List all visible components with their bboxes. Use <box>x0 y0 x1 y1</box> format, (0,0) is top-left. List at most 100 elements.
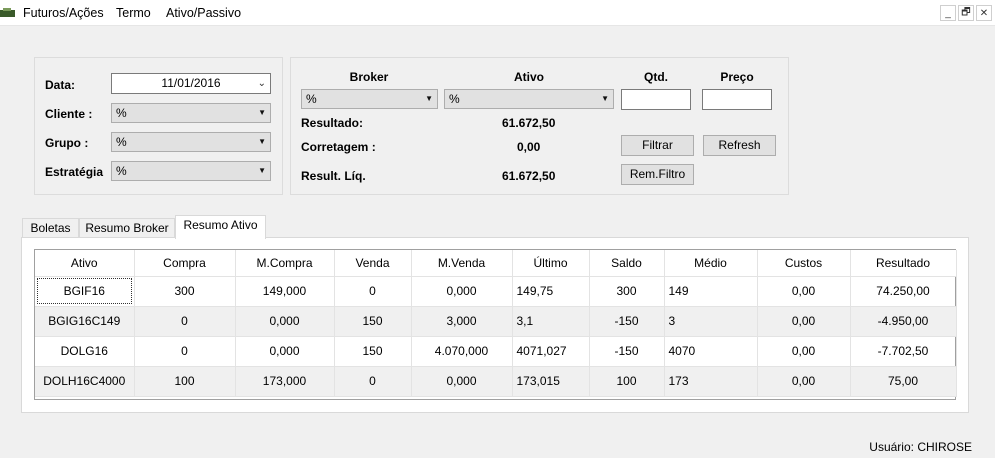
dropdown-arrow-icon[interactable]: ▼ <box>258 104 266 122</box>
resumo-ativo-grid[interactable]: Ativo Compra M.Compra Venda M.Venda Últi… <box>34 249 957 400</box>
cell-ultimo[interactable]: 4071,027 <box>512 336 590 367</box>
table-row[interactable]: BGIG16C149 0 0,000 150 3,000 3,1 -150 3 … <box>35 306 957 337</box>
cell-mcompra[interactable]: 0,000 <box>235 336 335 367</box>
resultado-value: 61.672,50 <box>502 116 556 130</box>
col-header-mcompra[interactable]: M.Compra <box>235 250 335 277</box>
cell-ultimo[interactable]: 149,75 <box>512 276 590 307</box>
table-header-row: Ativo Compra M.Compra Venda M.Venda Últi… <box>35 250 957 277</box>
cell-venda[interactable]: 150 <box>334 336 412 367</box>
ativo-select[interactable]: % ▼ <box>444 89 614 109</box>
cell-mvenda[interactable]: 3,000 <box>411 306 513 337</box>
cell-resultado[interactable]: 74.250,00 <box>850 276 957 307</box>
cell-venda[interactable]: 0 <box>334 366 412 397</box>
result-liq-value: 61.672,50 <box>502 169 556 183</box>
cell-mvenda[interactable]: 4.070,000 <box>411 336 513 367</box>
filtrar-button[interactable]: Filtrar <box>621 135 694 156</box>
preco-input[interactable] <box>702 89 772 110</box>
cell-saldo[interactable]: 100 <box>589 366 665 397</box>
broker-header: Broker <box>349 70 389 84</box>
menu-ativo-passivo[interactable]: Ativo/Passivo <box>166 6 241 20</box>
cell-saldo[interactable]: 300 <box>589 276 665 307</box>
cell-mcompra[interactable]: 173,000 <box>235 366 335 397</box>
cell-medio[interactable]: 149 <box>664 276 758 307</box>
cell-saldo[interactable]: -150 <box>589 306 665 337</box>
col-header-mvenda[interactable]: M.Venda <box>411 250 513 277</box>
cell-mcompra[interactable]: 0,000 <box>235 306 335 337</box>
rem-filtro-button[interactable]: Rem.Filtro <box>621 164 694 185</box>
broker-select[interactable]: % ▼ <box>301 89 438 109</box>
col-header-ultimo[interactable]: Último <box>512 250 590 277</box>
tab-resumo-broker[interactable]: Resumo Broker <box>79 218 175 238</box>
col-header-venda[interactable]: Venda <box>334 250 412 277</box>
cell-custos[interactable]: 0,00 <box>757 306 851 337</box>
cell-ultimo[interactable]: 173,015 <box>512 366 590 397</box>
cell-medio[interactable]: 4070 <box>664 336 758 367</box>
col-header-ativo[interactable]: Ativo <box>35 250 135 277</box>
col-header-custos[interactable]: Custos <box>757 250 851 277</box>
cell-custos[interactable]: 0,00 <box>757 336 851 367</box>
cliente-label: Cliente : <box>45 107 93 121</box>
cell-resultado[interactable]: -4.950,00 <box>850 306 957 337</box>
ativo-header: Ativo <box>514 70 544 84</box>
dropdown-arrow-icon[interactable]: ▼ <box>258 133 266 151</box>
col-header-resultado[interactable]: Resultado <box>850 250 957 277</box>
app-icon <box>0 8 15 17</box>
cell-ultimo[interactable]: 3,1 <box>512 306 590 337</box>
cell-compra[interactable]: 0 <box>134 306 236 337</box>
tab-resumo-ativo[interactable]: Resumo Ativo <box>175 215 266 239</box>
cell-mcompra[interactable]: 149,000 <box>235 276 335 307</box>
cell-custos[interactable]: 0,00 <box>757 366 851 397</box>
cliente-select[interactable]: % ▼ <box>111 103 271 123</box>
close-button[interactable]: ✕ <box>976 5 992 21</box>
tab-boletas[interactable]: Boletas <box>22 218 79 238</box>
result-liq-label: Result. Líq. <box>301 169 366 183</box>
refresh-button[interactable]: Refresh <box>703 135 776 156</box>
cell-compra[interactable]: 100 <box>134 366 236 397</box>
dropdown-arrow-icon[interactable]: ▼ <box>258 162 266 180</box>
cell-saldo[interactable]: -150 <box>589 336 665 367</box>
cell-resultado[interactable]: -7.702,50 <box>850 336 957 367</box>
corretagem-label: Corretagem : <box>301 140 376 154</box>
table-row[interactable]: DOLG16 0 0,000 150 4.070,000 4071,027 -1… <box>35 336 957 367</box>
estrategia-select[interactable]: % ▼ <box>111 161 271 181</box>
broker-value: % <box>306 92 317 106</box>
cell-compra[interactable]: 0 <box>134 336 236 367</box>
cell-venda[interactable]: 0 <box>334 276 412 307</box>
cell-ativo[interactable]: DOLH16C4000 <box>35 366 135 397</box>
cell-custos[interactable]: 0,00 <box>757 276 851 307</box>
user-status: Usuário: CHIROSE <box>869 440 972 454</box>
date-value: 11/01/2016 <box>161 76 221 90</box>
estrategia-value: % <box>116 164 127 178</box>
grupo-select[interactable]: % ▼ <box>111 132 271 152</box>
cell-resultado[interactable]: 75,00 <box>850 366 957 397</box>
col-header-saldo[interactable]: Saldo <box>589 250 665 277</box>
cell-ativo[interactable]: BGIG16C149 <box>35 306 135 337</box>
col-header-medio[interactable]: Médio <box>664 250 758 277</box>
menu-termo[interactable]: Termo <box>116 6 151 20</box>
chevron-down-icon[interactable]: ⌄ <box>258 74 266 93</box>
grupo-value: % <box>116 135 127 149</box>
cell-ativo[interactable]: DOLG16 <box>35 336 135 367</box>
cell-medio[interactable]: 173 <box>664 366 758 397</box>
dropdown-arrow-icon[interactable]: ▼ <box>601 90 609 108</box>
restore-button[interactable]: 🗗 <box>958 5 974 21</box>
qtd-input[interactable] <box>621 89 691 110</box>
cell-mvenda[interactable]: 0,000 <box>411 276 513 307</box>
cell-medio[interactable]: 3 <box>664 306 758 337</box>
cell-mvenda[interactable]: 0,000 <box>411 366 513 397</box>
minimize-button[interactable]: _ <box>940 5 956 21</box>
corretagem-value: 0,00 <box>517 140 541 154</box>
cell-compra[interactable]: 300 <box>134 276 236 307</box>
date-picker[interactable]: 11/01/2016 ⌄ <box>111 73 271 94</box>
table-row[interactable]: DOLH16C4000 100 173,000 0 0,000 173,015 … <box>35 366 957 397</box>
resultado-label: Resultado: <box>301 116 364 130</box>
cell-venda[interactable]: 150 <box>334 306 412 337</box>
table-row[interactable]: BGIF16 300 149,000 0 0,000 149,75 300 14… <box>35 276 957 307</box>
ativo-value: % <box>449 92 460 106</box>
menu-futuros-acoes[interactable]: Futuros/Ações <box>23 6 104 20</box>
col-header-compra[interactable]: Compra <box>134 250 236 277</box>
dropdown-arrow-icon[interactable]: ▼ <box>425 90 433 108</box>
menu-bar: Futuros/Ações Termo Ativo/Passivo _ 🗗 ✕ <box>0 0 995 26</box>
cliente-value: % <box>116 106 127 120</box>
cell-ativo[interactable]: BGIF16 <box>35 276 135 307</box>
